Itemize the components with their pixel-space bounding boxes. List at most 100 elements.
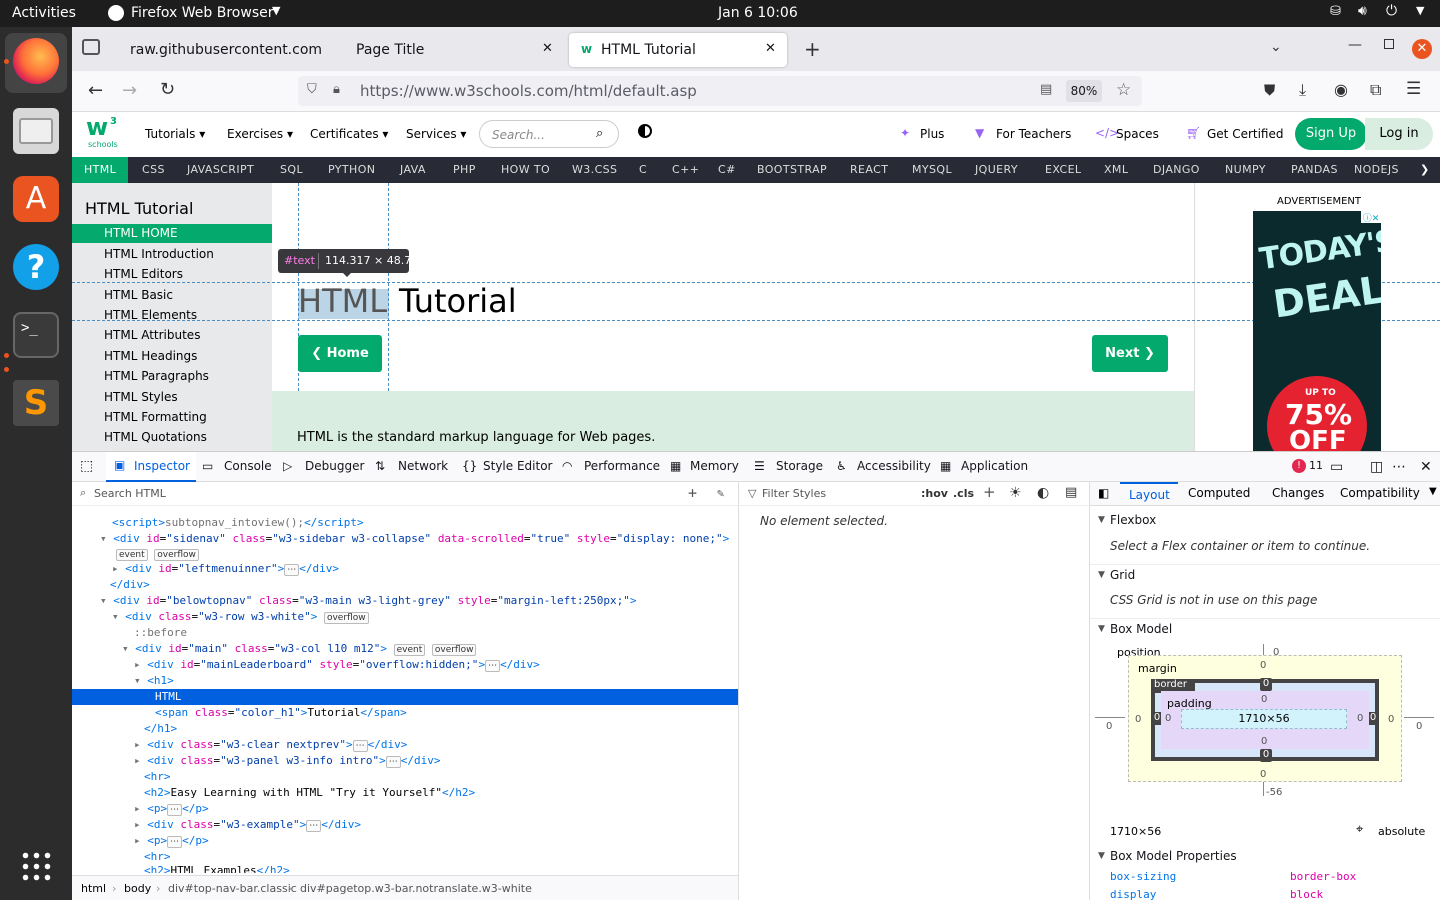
sublime-text-icon[interactable]: S: [13, 380, 59, 426]
tab-network[interactable]: Network: [398, 459, 448, 473]
padding-top-value[interactable]: 0: [1261, 694, 1267, 705]
tab-storage[interactable]: Storage: [776, 459, 823, 473]
topnav-pandas[interactable]: PANDAS: [1291, 163, 1338, 176]
position-left-value[interactable]: 0: [1106, 721, 1112, 732]
tab-accessibility[interactable]: Accessibility: [857, 459, 931, 473]
spaces-link[interactable]: Spaces: [1116, 127, 1159, 141]
pocket-icon[interactable]: ⛊: [1264, 81, 1275, 99]
new-tab-icon[interactable]: +: [804, 37, 821, 61]
tab-raw-githubusercontent[interactable]: raw.githubusercontent.com: [116, 33, 346, 67]
topnav-java[interactable]: JAVA: [400, 163, 426, 176]
add-node-icon[interactable]: +: [688, 484, 697, 502]
tab-application[interactable]: Application: [961, 459, 1028, 473]
search-icon[interactable]: ⌕: [596, 126, 603, 141]
show-apps-icon[interactable]: [20, 850, 52, 882]
sidenav-item-html-home[interactable]: HTML HOME: [104, 226, 178, 240]
flexbox-section-header[interactable]: ▼ Flexbox: [1090, 510, 1440, 534]
border-top-value[interactable]: 0: [1260, 678, 1272, 691]
account-icon[interactable]: ◉: [1334, 80, 1348, 99]
sidenav-item-styles[interactable]: HTML Styles: [104, 390, 178, 404]
topnav-csharp[interactable]: C#: [718, 163, 736, 176]
eyedropper-icon[interactable]: ✎: [717, 486, 724, 500]
tree-line[interactable]: <h2>Easy Learning with HTML "Try it Your…: [144, 785, 475, 801]
firefox-icon[interactable]: [13, 38, 59, 84]
margin-bottom-value[interactable]: 0: [1260, 769, 1266, 780]
margin-right-value[interactable]: 0: [1388, 714, 1394, 725]
tab-inspector[interactable]: ▣ Inspector: [106, 452, 196, 482]
reader-view-icon[interactable]: ▤: [1040, 82, 1052, 97]
topnav-scroll-right-icon[interactable]: ❯: [1420, 163, 1430, 176]
tab-html-tutorial[interactable]: w HTML Tutorial ✕: [569, 33, 787, 67]
topnav-howto[interactable]: HOW TO: [501, 163, 550, 176]
tree-line[interactable]: ▸ <div id="leftmenuinner"> ⋯ </div>: [112, 561, 339, 577]
topnav-css[interactable]: CSS: [142, 163, 165, 176]
tab-computed[interactable]: Computed: [1188, 486, 1250, 500]
responsive-design-icon[interactable]: ▭: [1330, 459, 1343, 475]
get-certified-link[interactable]: Get Certified: [1207, 127, 1284, 141]
menu-tutorials[interactable]: Tutorials ▾: [145, 127, 205, 141]
tree-line[interactable]: ::before: [134, 625, 187, 641]
element-picker-icon[interactable]: ⬚: [80, 458, 93, 474]
app-center-icon[interactable]: A: [13, 176, 59, 222]
forward-icon[interactable]: →: [122, 80, 137, 101]
log-in-button[interactable]: Log in: [1365, 118, 1433, 150]
hov-toggle[interactable]: :hov: [921, 487, 948, 500]
cls-toggle[interactable]: .cls: [953, 487, 974, 500]
box-model-section-header[interactable]: ▼ Box Model: [1090, 618, 1440, 642]
url-bar[interactable]: ⛉ 🔒︎ https://www.w3schools.com/html/defa…: [298, 76, 1142, 106]
more-options-icon[interactable]: ⋯: [1392, 459, 1406, 475]
power-icon[interactable]: ⏻: [1386, 3, 1397, 19]
tab-console[interactable]: Console: [224, 459, 272, 473]
breadcrumb-html[interactable]: html: [81, 882, 106, 895]
tab-changes[interactable]: Changes: [1272, 486, 1324, 500]
topnav-nodejs[interactable]: NODEJS: [1354, 163, 1399, 176]
box-model-properties-header[interactable]: ▼ Box Model Properties: [1090, 846, 1440, 870]
for-teachers-link[interactable]: For Teachers: [996, 127, 1071, 141]
close-window-icon[interactable]: ✕: [1412, 39, 1432, 59]
sidenav-item-headings[interactable]: HTML Headings: [104, 349, 197, 363]
volume-icon[interactable]: 🔊︎: [1358, 3, 1367, 19]
breadcrumb-body[interactable]: body: [124, 882, 151, 895]
topnav-sql[interactable]: SQL: [280, 163, 303, 176]
help-icon[interactable]: ?: [13, 244, 59, 290]
topnav-python[interactable]: PYTHON: [328, 163, 375, 176]
network-icon[interactable]: ⛁: [1330, 4, 1341, 19]
dark-mode-toggle-icon[interactable]: [638, 124, 652, 138]
tab-debugger[interactable]: Debugger: [305, 459, 364, 473]
sidenav-item-editors[interactable]: HTML Editors: [104, 267, 183, 281]
downloads-icon[interactable]: ⤓: [1299, 80, 1306, 100]
topnav-cpp[interactable]: C++: [672, 163, 699, 176]
add-rule-icon[interactable]: +: [983, 483, 996, 501]
maximize-icon[interactable]: [1384, 39, 1394, 49]
print-media-icon[interactable]: ▤: [1065, 485, 1077, 500]
bookmark-star-icon[interactable]: ☆: [1116, 80, 1131, 100]
extensions-icon[interactable]: ⧉: [1370, 80, 1381, 100]
ad-choices-icon[interactable]: ⓘ✕: [1361, 211, 1381, 224]
activities-button[interactable]: Activities: [12, 5, 76, 21]
advertisement-banner[interactable]: ⓘ✕ TODAY'S DEAL UP TO 75% OFF: [1253, 211, 1381, 451]
home-button[interactable]: ❮ Home: [298, 335, 382, 372]
padding-bottom-value[interactable]: 0: [1261, 736, 1267, 747]
tab-style-editor[interactable]: Style Editor: [483, 459, 552, 473]
padding-right-value[interactable]: 0: [1357, 713, 1363, 724]
breadcrumb-pagetop[interactable]: div#pagetop.w3-bar.notranslate.w3-white: [300, 882, 532, 895]
margin-top-value[interactable]: 0: [1260, 660, 1266, 671]
terminal-icon[interactable]: >_: [13, 312, 59, 358]
position-right-value[interactable]: 0: [1416, 721, 1422, 732]
tree-line[interactable]: ▸ <p> ⋯ </p>: [134, 833, 209, 849]
sidenav-item-introduction[interactable]: HTML Introduction: [104, 247, 214, 261]
breadcrumb-top-nav-bar[interactable]: div#top-nav-bar.classic: [168, 882, 297, 895]
tab-compatibility[interactable]: Compatibility: [1340, 486, 1420, 500]
tab-page-title[interactable]: Page Title ✕: [342, 33, 556, 67]
tree-line[interactable]: </div>: [110, 577, 150, 593]
topnav-javascript[interactable]: JAVASCRIPT: [187, 163, 254, 176]
tree-line[interactable]: ▾ <h1>: [134, 673, 174, 689]
crosshair-icon[interactable]: ⌖: [1356, 822, 1363, 837]
topnav-react[interactable]: REACT: [850, 163, 888, 176]
tree-line[interactable]: ▾ <div class="w3-row w3-white"> overflow: [112, 609, 369, 625]
filter-styles-input[interactable]: Filter Styles: [762, 487, 826, 500]
sidenav-item-basic[interactable]: HTML Basic: [104, 288, 173, 302]
grid-section-header[interactable]: ▼ Grid: [1090, 564, 1440, 588]
tree-line[interactable]: ▾ <div id="belowtopnav" class="w3-main w…: [100, 593, 637, 609]
system-menu-chevron-icon[interactable]: ▼: [1416, 4, 1424, 17]
